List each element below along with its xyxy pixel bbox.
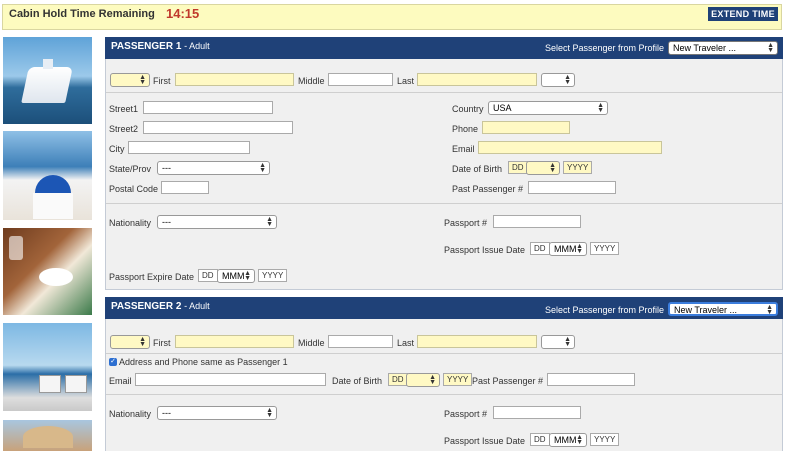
passenger-1-header: PASSENGER 1 - Adult Select Passenger fro…: [105, 37, 783, 59]
country-label: Country: [452, 104, 484, 114]
issue-month-select[interactable]: MMM ▲ ▼: [549, 433, 587, 447]
extend-time-button[interactable]: EXTEND TIME: [708, 7, 778, 21]
profile-label: Select Passenger from Profile: [545, 43, 665, 53]
middle-name-input[interactable]: [328, 73, 393, 86]
issue-month-select[interactable]: MMM ▲ ▼: [549, 242, 587, 256]
nationality-select[interactable]: --- ▲ ▼: [157, 406, 277, 420]
email-label: Email: [452, 144, 475, 154]
street1-label: Street1: [109, 104, 139, 114]
passport-issue-label: Passport Issue Date: [444, 245, 526, 255]
middle-name-label: Middle: [298, 76, 325, 86]
postal-code-label: Postal Code: [109, 184, 159, 194]
deck-chairs-photo: [3, 323, 92, 411]
first-name-input[interactable]: [175, 335, 294, 348]
passenger-2-header: PASSENGER 2 - Adult Select Passenger fro…: [105, 297, 783, 319]
first-name-input[interactable]: [175, 73, 294, 86]
street1-input[interactable]: [143, 101, 273, 114]
profile-select[interactable]: New Traveler ... ▲ ▼: [668, 302, 778, 316]
email-input[interactable]: [135, 373, 326, 386]
middle-name-input[interactable]: [328, 335, 393, 348]
profile-label: Select Passenger from Profile: [545, 305, 665, 315]
issue-day-input[interactable]: DD: [530, 433, 550, 446]
dob-day-input[interactable]: DD: [508, 161, 528, 174]
middle-name-label: Middle: [298, 338, 325, 348]
divider: [106, 92, 782, 93]
title-select[interactable]: ▲ ▼: [110, 335, 150, 349]
last-name-input[interactable]: [417, 73, 537, 86]
state-label: State/Prov: [109, 164, 152, 174]
past-passenger-label: Past Passenger #: [472, 376, 544, 386]
same-address-checkbox[interactable]: ✓: [109, 358, 117, 366]
passenger-1-title: PASSENGER 1 - Adult: [111, 41, 210, 52]
past-passenger-input[interactable]: [547, 373, 635, 386]
dob-month-select[interactable]: ▲ ▼: [526, 161, 560, 175]
profile-select[interactable]: New Traveler ... ▲ ▼: [668, 41, 778, 55]
last-name-label: Last: [397, 76, 415, 86]
past-passenger-label: Past Passenger #: [452, 184, 524, 194]
first-name-label: First: [153, 76, 171, 86]
dining-photo: [3, 228, 92, 315]
passport-label: Passport #: [444, 409, 488, 419]
dob-label: Date of Birth: [452, 164, 503, 174]
street2-label: Street2: [109, 124, 139, 134]
suffix-select[interactable]: ▲ ▼: [541, 73, 575, 87]
issue-year-input[interactable]: YYYY: [590, 433, 620, 446]
dob-year-input[interactable]: YYYY: [563, 161, 593, 174]
santorini-photo: [3, 131, 92, 220]
cruise-ship-photo: [3, 37, 92, 124]
hold-time-value: 14:15: [166, 6, 200, 21]
last-name-input[interactable]: [417, 335, 537, 348]
divider: [106, 203, 782, 204]
last-name-label: Last: [397, 338, 415, 348]
street2-input[interactable]: [143, 121, 293, 134]
passport-expire-label: Passport Expire Date: [109, 272, 195, 282]
passenger-2-title: PASSENGER 2 - Adult: [111, 301, 210, 312]
past-passenger-input[interactable]: [528, 181, 616, 194]
nationality-label: Nationality: [109, 218, 152, 228]
dob-label: Date of Birth: [332, 376, 383, 386]
passport-label: Passport #: [444, 218, 488, 228]
same-address-label: Address and Phone same as Passenger 1: [119, 357, 288, 367]
postal-code-input[interactable]: [161, 181, 209, 194]
phone-input[interactable]: [482, 121, 570, 134]
nationality-label: Nationality: [109, 409, 152, 419]
email-label: Email: [109, 376, 132, 386]
expire-year-input[interactable]: YYYY: [258, 269, 288, 282]
expire-day-input[interactable]: DD: [198, 269, 218, 282]
nationality-select[interactable]: --- ▲ ▼: [157, 215, 277, 229]
title-select[interactable]: ▲ ▼: [110, 73, 150, 87]
passport-issue-label: Passport Issue Date: [444, 436, 526, 446]
divider: [106, 394, 782, 395]
expire-month-select[interactable]: MMM ▲ ▼: [217, 269, 255, 283]
hold-time-label: Cabin Hold Time Remaining: [9, 8, 155, 20]
city-input[interactable]: [128, 141, 250, 154]
issue-year-input[interactable]: YYYY: [590, 242, 620, 255]
traveler-hat-photo: [3, 420, 92, 451]
state-select[interactable]: --- ▲ ▼: [157, 161, 270, 175]
first-name-label: First: [153, 338, 171, 348]
dob-year-input[interactable]: YYYY: [443, 373, 473, 386]
suffix-select[interactable]: ▲ ▼: [541, 335, 575, 349]
email-input[interactable]: [478, 141, 662, 154]
passport-input[interactable]: [493, 215, 581, 228]
phone-label: Phone: [452, 124, 479, 134]
passport-input[interactable]: [493, 406, 581, 419]
country-select[interactable]: USA ▲ ▼: [488, 101, 608, 115]
city-label: City: [109, 144, 125, 154]
issue-day-input[interactable]: DD: [530, 242, 550, 255]
dob-day-input[interactable]: DD: [388, 373, 408, 386]
dob-month-select[interactable]: ▲ ▼: [406, 373, 440, 387]
divider: [106, 353, 782, 354]
